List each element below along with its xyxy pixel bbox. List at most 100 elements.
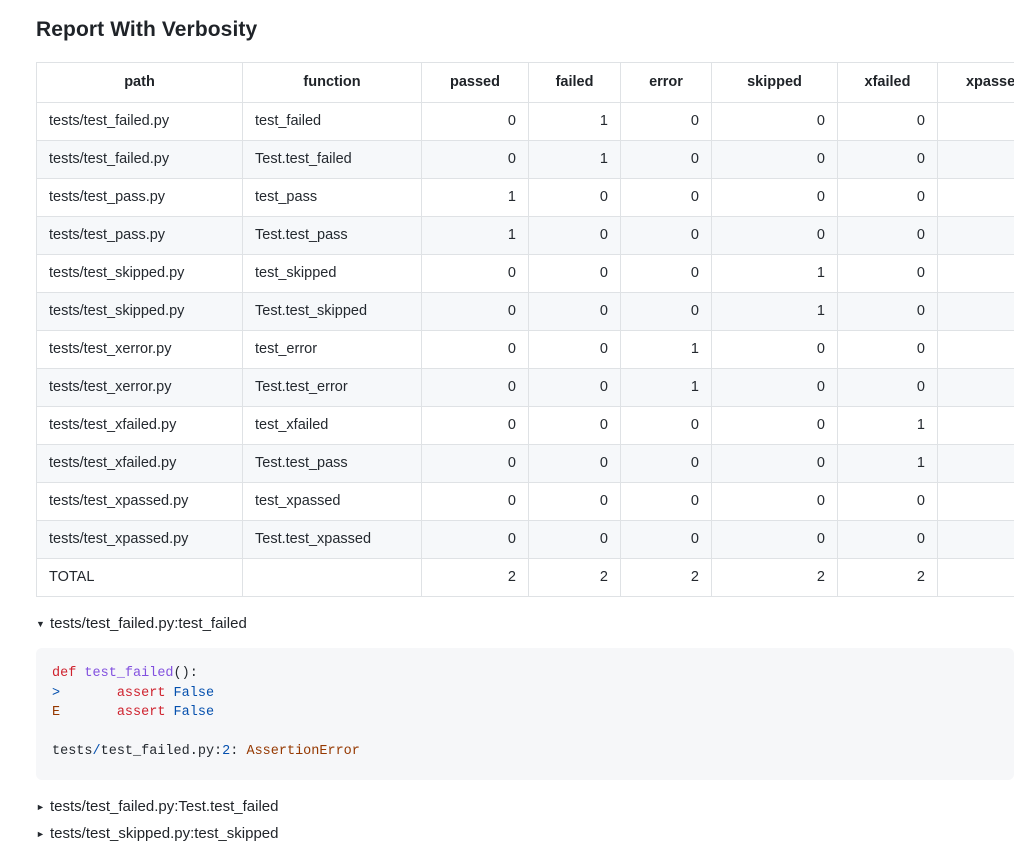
cell-total-failed: 2 xyxy=(529,559,621,597)
cell-skipped: 0 xyxy=(712,483,838,521)
code-line: > assert False xyxy=(52,684,998,704)
cell-path: tests/test_xerror.py xyxy=(37,369,243,407)
disclosure-toggle[interactable]: ▼tests/test_failed.py:test_failed xyxy=(36,611,1014,638)
cell-passed: 0 xyxy=(422,293,529,331)
cell-skipped: 0 xyxy=(712,331,838,369)
table-body: tests/test_failed.pytest_failed0100001te… xyxy=(37,103,1014,597)
cell-failed: 1 xyxy=(529,103,621,141)
cell-path: tests/test_xpassed.py xyxy=(37,483,243,521)
cell-xpassed: 0 xyxy=(938,141,1014,179)
traceback-code-block: def test_failed():> assert FalseE assert… xyxy=(36,648,1014,780)
table-row: tests/test_pass.pyTest.test_pass1000001 xyxy=(37,217,1014,255)
cell-xfailed: 0 xyxy=(838,141,938,179)
cell-skipped: 1 xyxy=(712,255,838,293)
cell-path: tests/test_failed.py xyxy=(37,141,243,179)
cell-function: Test.test_pass xyxy=(243,217,422,255)
table-row: tests/test_pass.pytest_pass1000001 xyxy=(37,179,1014,217)
table-row: tests/test_xfailed.pytest_xfailed0000101 xyxy=(37,407,1014,445)
code-keyword: def xyxy=(52,666,76,681)
cell-skipped: 1 xyxy=(712,293,838,331)
cell-path: tests/test_xfailed.py xyxy=(37,445,243,483)
code-path-separator: / xyxy=(93,744,101,759)
column-header-skipped: skipped xyxy=(712,63,838,103)
cell-passed: 0 xyxy=(422,331,529,369)
code-function-name: test_failed xyxy=(84,666,173,681)
code-path-dir: tests xyxy=(52,744,93,759)
cell-passed: 0 xyxy=(422,141,529,179)
cell-function: Test.test_skipped xyxy=(243,293,422,331)
cell-error: 0 xyxy=(621,445,712,483)
cell-function: test_error xyxy=(243,331,422,369)
cell-failed: 0 xyxy=(529,521,621,559)
code-gutter-marker: > xyxy=(52,686,60,701)
cell-failed: 0 xyxy=(529,483,621,521)
cell-failed: 0 xyxy=(529,331,621,369)
cell-path: tests/test_skipped.py xyxy=(37,255,243,293)
cell-function: test_xfailed xyxy=(243,407,422,445)
cell-path: tests/test_skipped.py xyxy=(37,293,243,331)
cell-passed: 0 xyxy=(422,407,529,445)
cell-skipped: 0 xyxy=(712,141,838,179)
column-header-function: function xyxy=(243,63,422,103)
cell-passed: 0 xyxy=(422,521,529,559)
cell-error: 0 xyxy=(621,217,712,255)
detail-block: ►tests/test_failed.py:Test.test_failed xyxy=(36,794,1014,821)
cell-xfailed: 0 xyxy=(838,293,938,331)
table-header: path function passed failed error skippe… xyxy=(37,63,1014,103)
table-row: tests/test_failed.pyTest.test_failed0100… xyxy=(37,141,1014,179)
code-literal: False xyxy=(174,705,215,720)
column-header-xpassed: xpassed xyxy=(938,63,1014,103)
code-colon: : xyxy=(230,744,246,759)
cell-failed: 0 xyxy=(529,445,621,483)
cell-skipped: 0 xyxy=(712,217,838,255)
table-total-row: TOTAL22222212 xyxy=(37,559,1014,597)
cell-skipped: 0 xyxy=(712,179,838,217)
column-header-error: error xyxy=(621,63,712,103)
cell-passed: 1 xyxy=(422,217,529,255)
disclosure-toggle[interactable]: ►tests/test_skipped.py:test_skipped xyxy=(36,821,1014,848)
cell-xpassed: 0 xyxy=(938,369,1014,407)
cell-xpassed: 0 xyxy=(938,407,1014,445)
cell-error: 1 xyxy=(621,331,712,369)
cell-total-xpassed: 2 xyxy=(938,559,1014,597)
cell-passed: 0 xyxy=(422,369,529,407)
cell-skipped: 0 xyxy=(712,445,838,483)
triangle-down-icon: ▼ xyxy=(36,614,50,634)
cell-passed: 0 xyxy=(422,445,529,483)
cell-xfailed: 0 xyxy=(838,483,938,521)
table-row: tests/test_xpassed.pytest_xpassed0000011 xyxy=(37,483,1014,521)
disclosure-toggle[interactable]: ►tests/test_failed.py:Test.test_failed xyxy=(36,794,1014,821)
cell-function: test_pass xyxy=(243,179,422,217)
cell-failed: 0 xyxy=(529,369,621,407)
cell-total-label: TOTAL xyxy=(37,559,243,597)
cell-error: 0 xyxy=(621,255,712,293)
disclosure-label: tests/test_failed.py:Test.test_failed xyxy=(50,797,278,817)
details-list: ▼tests/test_failed.py:test_faileddef tes… xyxy=(0,597,1014,848)
cell-path: tests/test_xerror.py xyxy=(37,331,243,369)
cell-xfailed: 1 xyxy=(838,407,938,445)
cell-xfailed: 0 xyxy=(838,521,938,559)
column-header-path: path xyxy=(37,63,243,103)
report-table-container: path function passed failed error skippe… xyxy=(0,42,1014,597)
code-line: E assert False xyxy=(52,703,998,723)
disclosure-label: tests/test_failed.py:test_failed xyxy=(50,614,247,634)
cell-total-xfailed: 2 xyxy=(838,559,938,597)
code-blank-line xyxy=(52,723,998,743)
cell-function: Test.test_error xyxy=(243,369,422,407)
table-row: tests/test_xerror.pytest_error0010001 xyxy=(37,331,1014,369)
cell-skipped: 0 xyxy=(712,407,838,445)
cell-passed: 0 xyxy=(422,103,529,141)
table-row: tests/test_skipped.pyTest.test_skipped00… xyxy=(37,293,1014,331)
cell-function: Test.test_xpassed xyxy=(243,521,422,559)
cell-error: 0 xyxy=(621,103,712,141)
cell-total-skipped: 2 xyxy=(712,559,838,597)
cell-error: 0 xyxy=(621,521,712,559)
cell-xpassed: 0 xyxy=(938,103,1014,141)
cell-skipped: 0 xyxy=(712,369,838,407)
report-table: path function passed failed error skippe… xyxy=(36,62,1014,597)
cell-xfailed: 0 xyxy=(838,369,938,407)
code-line: tests/test_failed.py:2: AssertionError xyxy=(52,742,998,762)
detail-block: ▼tests/test_failed.py:test_faileddef tes… xyxy=(36,611,1014,780)
table-header-row: path function passed failed error skippe… xyxy=(37,63,1014,103)
cell-xfailed: 0 xyxy=(838,103,938,141)
